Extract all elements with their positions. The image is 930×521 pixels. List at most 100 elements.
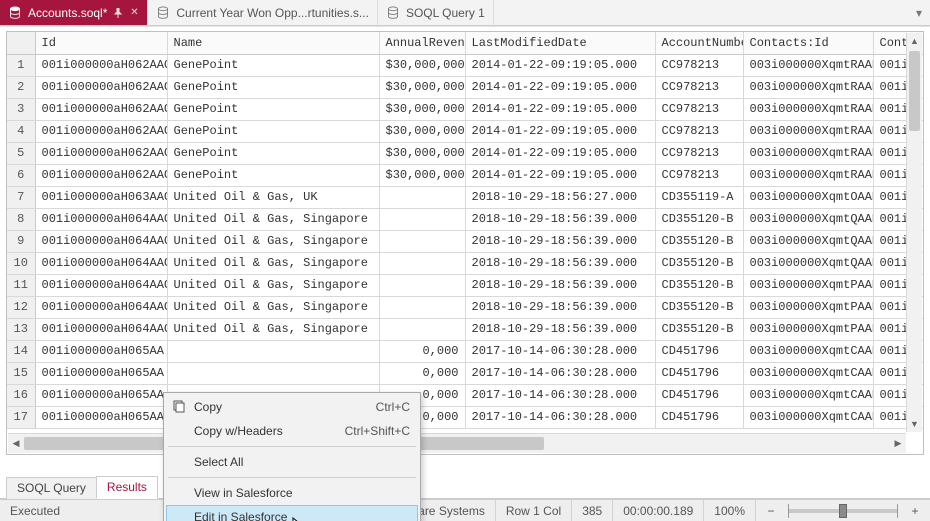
row-header[interactable]: 17	[7, 406, 35, 428]
cell-revenue[interactable]: 0,000	[379, 362, 465, 384]
cell-contactsid[interactable]: 003i000000XqmtRAAR	[743, 98, 873, 120]
table-row[interactable]: 13001i000000aH064AACUnited Oil & Gas, Si…	[7, 318, 924, 340]
cell-acctnum[interactable]: CC978213	[655, 54, 743, 76]
cell-lastmod[interactable]: 2014-01-22-09:19:05.000	[465, 164, 655, 186]
row-header[interactable]: 4	[7, 120, 35, 142]
cell-id[interactable]: 001i000000aH062AAC	[35, 120, 167, 142]
row-header[interactable]: 14	[7, 340, 35, 362]
tab-current-year-won-opps[interactable]: Current Year Won Opp...rtunities.s...	[148, 0, 378, 25]
cell-name[interactable]: United Oil & Gas, Singapore	[167, 230, 379, 252]
results-grid[interactable]: Id Name AnnualRevenue LastModifiedDate A…	[6, 31, 924, 455]
cell-acctnum[interactable]: CC978213	[655, 164, 743, 186]
cell-acctnum[interactable]: CC978213	[655, 142, 743, 164]
row-header[interactable]: 12	[7, 296, 35, 318]
row-header[interactable]: 9	[7, 230, 35, 252]
cell-revenue[interactable]: $30,000,000	[379, 142, 465, 164]
cell-revenue[interactable]	[379, 296, 465, 318]
cell-id[interactable]: 001i000000aH064AAC	[35, 208, 167, 230]
cell-contactsid[interactable]: 003i000000XqmtCAAR	[743, 406, 873, 428]
col-acctnum[interactable]: AccountNumber	[655, 32, 743, 54]
cell-acctnum[interactable]: CD355120-B	[655, 318, 743, 340]
cell-contactsid[interactable]: 003i000000XqmtQAAR	[743, 230, 873, 252]
scroll-down-icon[interactable]: ▼	[907, 416, 922, 432]
cell-id[interactable]: 001i000000aH065AA	[35, 406, 167, 428]
row-header[interactable]: 6	[7, 164, 35, 186]
tab-soql-query-1[interactable]: SOQL Query 1	[378, 0, 494, 25]
cell-id[interactable]: 001i000000aH064AAC	[35, 274, 167, 296]
cell-acctnum[interactable]: CD451796	[655, 340, 743, 362]
cell-id[interactable]: 001i000000aH062AAC	[35, 54, 167, 76]
table-row[interactable]: 16001i000000aH065AA0,0002017-10-14-06:30…	[7, 384, 924, 406]
row-header[interactable]: 15	[7, 362, 35, 384]
cell-revenue[interactable]: $30,000,000	[379, 76, 465, 98]
table-row[interactable]: 11001i000000aH064AACUnited Oil & Gas, Si…	[7, 274, 924, 296]
cell-name[interactable]: GenePoint	[167, 120, 379, 142]
cell-id[interactable]: 001i000000aH065AA	[35, 340, 167, 362]
cell-contactsid[interactable]: 003i000000XqmtRAAR	[743, 120, 873, 142]
cell-lastmod[interactable]: 2014-01-22-09:19:05.000	[465, 76, 655, 98]
cell-lastmod[interactable]: 2018-10-29-18:56:39.000	[465, 296, 655, 318]
menu-copy-headers[interactable]: Copy w/Headers Ctrl+Shift+C	[166, 419, 418, 443]
table-row[interactable]: 15001i000000aH065AA0,0002017-10-14-06:30…	[7, 362, 924, 384]
row-header[interactable]: 10	[7, 252, 35, 274]
scroll-left-icon[interactable]: ◀	[8, 438, 24, 449]
table-row[interactable]: 4001i000000aH062AACGenePoint$30,000,0002…	[7, 120, 924, 142]
cell-lastmod[interactable]: 2017-10-14-06:30:28.000	[465, 362, 655, 384]
tab-overflow-button[interactable]: ▾	[908, 0, 930, 25]
table-row[interactable]: 8001i000000aH064AACUnited Oil & Gas, Sin…	[7, 208, 924, 230]
cell-name[interactable]: GenePoint	[167, 98, 379, 120]
scroll-up-icon[interactable]: ▲	[907, 33, 922, 49]
cell-acctnum[interactable]: CD451796	[655, 362, 743, 384]
cell-id[interactable]: 001i000000aH064AAC	[35, 296, 167, 318]
cell-contactsid[interactable]: 003i000000XqmtQAAR	[743, 252, 873, 274]
col-revenue[interactable]: AnnualRevenue	[379, 32, 465, 54]
cell-contactsid[interactable]: 003i000000XqmtRAAR	[743, 142, 873, 164]
table-row[interactable]: 6001i000000aH062AACGenePoint$30,000,0002…	[7, 164, 924, 186]
cell-contactsid[interactable]: 003i000000XqmtPAAR	[743, 318, 873, 340]
cell-lastmod[interactable]: 2017-10-14-06:30:28.000	[465, 406, 655, 428]
cell-name[interactable]: GenePoint	[167, 142, 379, 164]
status-zoom-pct[interactable]: 100%	[704, 500, 756, 521]
col-name[interactable]: Name	[167, 32, 379, 54]
cell-revenue[interactable]: $30,000,000	[379, 164, 465, 186]
row-header[interactable]: 1	[7, 54, 35, 76]
cell-acctnum[interactable]: CD355120-B	[655, 230, 743, 252]
cell-contactsid[interactable]: 003i000000XqmtRAAR	[743, 164, 873, 186]
cell-id[interactable]: 001i000000aH063AAC	[35, 186, 167, 208]
zoom-in-icon[interactable]: +	[908, 504, 922, 518]
cell-lastmod[interactable]: 2017-10-14-06:30:28.000	[465, 384, 655, 406]
scroll-right-icon[interactable]: ▶	[890, 438, 906, 449]
cell-lastmod[interactable]: 2014-01-22-09:19:05.000	[465, 98, 655, 120]
cell-acctnum[interactable]: CD355120-B	[655, 274, 743, 296]
tab-accounts-soql[interactable]: Accounts.soql* ✕	[0, 0, 148, 25]
cell-id[interactable]: 001i000000aH064AAC	[35, 252, 167, 274]
table-row[interactable]: 9001i000000aH064AACUnited Oil & Gas, Sin…	[7, 230, 924, 252]
cell-revenue[interactable]	[379, 318, 465, 340]
cell-revenue[interactable]	[379, 208, 465, 230]
zoom-out-icon[interactable]: −	[764, 504, 778, 518]
row-header[interactable]: 3	[7, 98, 35, 120]
cell-lastmod[interactable]: 2018-10-29-18:56:39.000	[465, 252, 655, 274]
tab-soql-query[interactable]: SOQL Query	[6, 477, 97, 499]
zoom-slider-thumb[interactable]	[839, 504, 847, 518]
cell-acctnum[interactable]: CD355120-B	[655, 208, 743, 230]
menu-select-all[interactable]: Select All	[166, 450, 418, 474]
table-row[interactable]: 17001i000000aH065AA0,0002017-10-14-06:30…	[7, 406, 924, 428]
cell-acctnum[interactable]: CC978213	[655, 98, 743, 120]
cell-lastmod[interactable]: 2014-01-22-09:19:05.000	[465, 142, 655, 164]
vertical-scrollbar[interactable]: ▲ ▼	[906, 33, 922, 432]
row-header-corner[interactable]	[7, 32, 35, 54]
cell-name[interactable]: United Oil & Gas, Singapore	[167, 252, 379, 274]
cell-contactsid[interactable]: 003i000000XqmtRAAR	[743, 54, 873, 76]
pin-icon[interactable]	[113, 8, 123, 18]
cell-name[interactable]: United Oil & Gas, Singapore	[167, 208, 379, 230]
cell-name[interactable]: United Oil & Gas, UK	[167, 186, 379, 208]
cell-lastmod[interactable]: 2017-10-14-06:30:28.000	[465, 340, 655, 362]
row-header[interactable]: 5	[7, 142, 35, 164]
horizontal-scrollbar[interactable]: ◀ ▶	[8, 433, 906, 453]
menu-view-salesforce[interactable]: View in Salesforce	[166, 481, 418, 505]
cell-revenue[interactable]: 0,000	[379, 340, 465, 362]
col-contactsid[interactable]: Contacts:Id	[743, 32, 873, 54]
row-header[interactable]: 7	[7, 186, 35, 208]
cell-id[interactable]: 001i000000aH062AAC	[35, 98, 167, 120]
